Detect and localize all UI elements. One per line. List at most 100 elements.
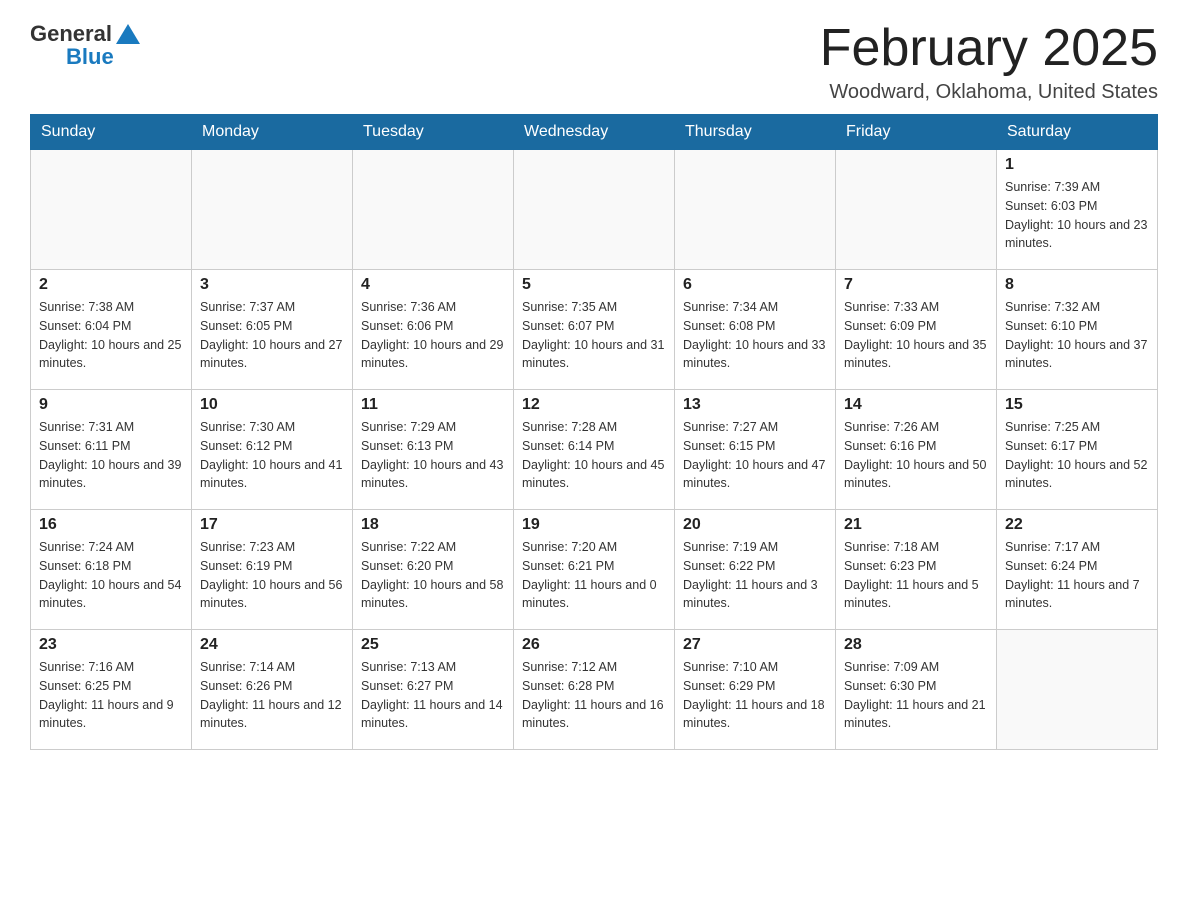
calendar-week-row: 2Sunrise: 7:38 AMSunset: 6:04 PMDaylight… [31, 270, 1158, 390]
title-section: February 2025 Woodward, Oklahoma, United… [820, 20, 1158, 104]
table-row: 23 Sunrise: 7:16 AMSunset: 6:25 PMDayligh… [31, 630, 192, 750]
day-number: 11 [361, 396, 505, 414]
day-number: 26 [522, 636, 666, 654]
table-row [997, 630, 1158, 750]
location-text: Woodward, Oklahoma, United States [820, 81, 1158, 104]
table-row: 10 Sunrise: 7:30 AMSunset: 6:12 PMDayligh… [192, 390, 353, 510]
day-number: 4 [361, 276, 505, 294]
day-number: 10 [200, 396, 344, 414]
day-info: Sunrise: 7:34 AMSunset: 6:08 PMDaylight:… [683, 298, 827, 373]
table-row [31, 150, 192, 270]
day-info: Sunrise: 7:32 AMSunset: 6:10 PMDaylight:… [1005, 298, 1149, 373]
day-number: 23 [39, 636, 183, 654]
day-info: Sunrise: 7:36 AMSunset: 6:06 PMDaylight:… [361, 298, 505, 373]
day-number: 18 [361, 516, 505, 534]
day-number: 25 [361, 636, 505, 654]
table-row: 15 Sunrise: 7:25 AMSunset: 6:17 PMDayligh… [997, 390, 1158, 510]
day-info: Sunrise: 7:27 AMSunset: 6:15 PMDaylight:… [683, 418, 827, 493]
day-number: 24 [200, 636, 344, 654]
day-number: 27 [683, 636, 827, 654]
col-monday: Monday [192, 115, 353, 150]
day-info: Sunrise: 7:37 AMSunset: 6:05 PMDaylight:… [200, 298, 344, 373]
table-row: 14 Sunrise: 7:26 AMSunset: 6:16 PMDayligh… [836, 390, 997, 510]
table-row [514, 150, 675, 270]
day-number: 20 [683, 516, 827, 534]
day-number: 5 [522, 276, 666, 294]
table-row: 19 Sunrise: 7:20 AMSunset: 6:21 PMDayligh… [514, 510, 675, 630]
table-row: 3 Sunrise: 7:37 AMSunset: 6:05 PMDaylight… [192, 270, 353, 390]
table-row [353, 150, 514, 270]
day-info: Sunrise: 7:10 AMSunset: 6:29 PMDaylight:… [683, 658, 827, 733]
table-row: 13 Sunrise: 7:27 AMSunset: 6:15 PMDayligh… [675, 390, 836, 510]
day-info: Sunrise: 7:13 AMSunset: 6:27 PMDaylight:… [361, 658, 505, 733]
page-header: General Blue February 2025 Woodward, Okl… [30, 20, 1158, 104]
day-number: 1 [1005, 156, 1149, 174]
day-info: Sunrise: 7:09 AMSunset: 6:30 PMDaylight:… [844, 658, 988, 733]
table-row: 22 Sunrise: 7:17 AMSunset: 6:24 PMDayligh… [997, 510, 1158, 630]
day-info: Sunrise: 7:26 AMSunset: 6:16 PMDaylight:… [844, 418, 988, 493]
day-number: 3 [200, 276, 344, 294]
day-info: Sunrise: 7:16 AMSunset: 6:25 PMDaylight:… [39, 658, 183, 733]
table-row: 24 Sunrise: 7:14 AMSunset: 6:26 PMDayligh… [192, 630, 353, 750]
month-title: February 2025 [820, 20, 1158, 77]
day-info: Sunrise: 7:39 AMSunset: 6:03 PMDaylight:… [1005, 178, 1149, 253]
table-row: 16Sunrise: 7:24 AMSunset: 6:18 PMDayligh… [31, 510, 192, 630]
day-info: Sunrise: 7:29 AMSunset: 6:13 PMDaylight:… [361, 418, 505, 493]
day-info: Sunrise: 7:14 AMSunset: 6:26 PMDaylight:… [200, 658, 344, 733]
table-row [192, 150, 353, 270]
logo-icon [114, 20, 142, 48]
calendar-week-row: 16Sunrise: 7:24 AMSunset: 6:18 PMDayligh… [31, 510, 1158, 630]
day-number: 19 [522, 516, 666, 534]
day-number: 14 [844, 396, 988, 414]
table-row [836, 150, 997, 270]
logo-blue-text: Blue [66, 44, 114, 70]
col-wednesday: Wednesday [514, 115, 675, 150]
day-info: Sunrise: 7:28 AMSunset: 6:14 PMDaylight:… [522, 418, 666, 493]
table-row: 9 Sunrise: 7:31 AMSunset: 6:11 PMDaylight… [31, 390, 192, 510]
day-info: Sunrise: 7:33 AMSunset: 6:09 PMDaylight:… [844, 298, 988, 373]
day-number: 16 [39, 516, 183, 534]
day-number: 28 [844, 636, 988, 654]
table-row: 21Sunrise: 7:18 AMSunset: 6:23 PMDayligh… [836, 510, 997, 630]
table-row: 27 Sunrise: 7:10 AMSunset: 6:29 PMDayligh… [675, 630, 836, 750]
table-row: 5 Sunrise: 7:35 AMSunset: 6:07 PMDaylight… [514, 270, 675, 390]
day-info: Sunrise: 7:31 AMSunset: 6:11 PMDaylight:… [39, 418, 183, 493]
table-row: 17 Sunrise: 7:23 AMSunset: 6:19 PMDayligh… [192, 510, 353, 630]
day-info: Sunrise: 7:35 AMSunset: 6:07 PMDaylight:… [522, 298, 666, 373]
day-number: 2 [39, 276, 183, 294]
day-number: 13 [683, 396, 827, 414]
day-number: 7 [844, 276, 988, 294]
calendar-week-row: 23 Sunrise: 7:16 AMSunset: 6:25 PMDayligh… [31, 630, 1158, 750]
day-info: Sunrise: 7:12 AMSunset: 6:28 PMDaylight:… [522, 658, 666, 733]
table-row: 8 Sunrise: 7:32 AMSunset: 6:10 PMDaylight… [997, 270, 1158, 390]
table-row: 20 Sunrise: 7:19 AMSunset: 6:22 PMDayligh… [675, 510, 836, 630]
table-row: 1 Sunrise: 7:39 AMSunset: 6:03 PMDaylight… [997, 150, 1158, 270]
day-info: Sunrise: 7:22 AMSunset: 6:20 PMDaylight:… [361, 538, 505, 613]
day-number: 12 [522, 396, 666, 414]
day-info: Sunrise: 7:19 AMSunset: 6:22 PMDaylight:… [683, 538, 827, 613]
day-number: 22 [1005, 516, 1149, 534]
col-thursday: Thursday [675, 115, 836, 150]
day-number: 17 [200, 516, 344, 534]
calendar-week-row: 9 Sunrise: 7:31 AMSunset: 6:11 PMDaylight… [31, 390, 1158, 510]
day-info: Sunrise: 7:23 AMSunset: 6:19 PMDaylight:… [200, 538, 344, 613]
table-row: 25 Sunrise: 7:13 AMSunset: 6:27 PMDayligh… [353, 630, 514, 750]
table-row: 12 Sunrise: 7:28 AMSunset: 6:14 PMDayligh… [514, 390, 675, 510]
day-info: Sunrise: 7:30 AMSunset: 6:12 PMDaylight:… [200, 418, 344, 493]
day-number: 6 [683, 276, 827, 294]
table-row: 4 Sunrise: 7:36 AMSunset: 6:06 PMDaylight… [353, 270, 514, 390]
day-info: Sunrise: 7:17 AMSunset: 6:24 PMDaylight:… [1005, 538, 1149, 613]
table-row: 18 Sunrise: 7:22 AMSunset: 6:20 PMDayligh… [353, 510, 514, 630]
table-row: 11 Sunrise: 7:29 AMSunset: 6:13 PMDayligh… [353, 390, 514, 510]
table-row: 7 Sunrise: 7:33 AMSunset: 6:09 PMDaylight… [836, 270, 997, 390]
day-number: 8 [1005, 276, 1149, 294]
day-number: 15 [1005, 396, 1149, 414]
day-info: Sunrise: 7:20 AMSunset: 6:21 PMDaylight:… [522, 538, 666, 613]
table-row [675, 150, 836, 270]
day-info: Sunrise: 7:18 AMSunset: 6:23 PMDaylight:… [844, 538, 988, 613]
day-number: 9 [39, 396, 183, 414]
day-info: Sunrise: 7:25 AMSunset: 6:17 PMDaylight:… [1005, 418, 1149, 493]
calendar-week-row: 1 Sunrise: 7:39 AMSunset: 6:03 PMDaylight… [31, 150, 1158, 270]
logo: General Blue [30, 20, 142, 70]
col-tuesday: Tuesday [353, 115, 514, 150]
